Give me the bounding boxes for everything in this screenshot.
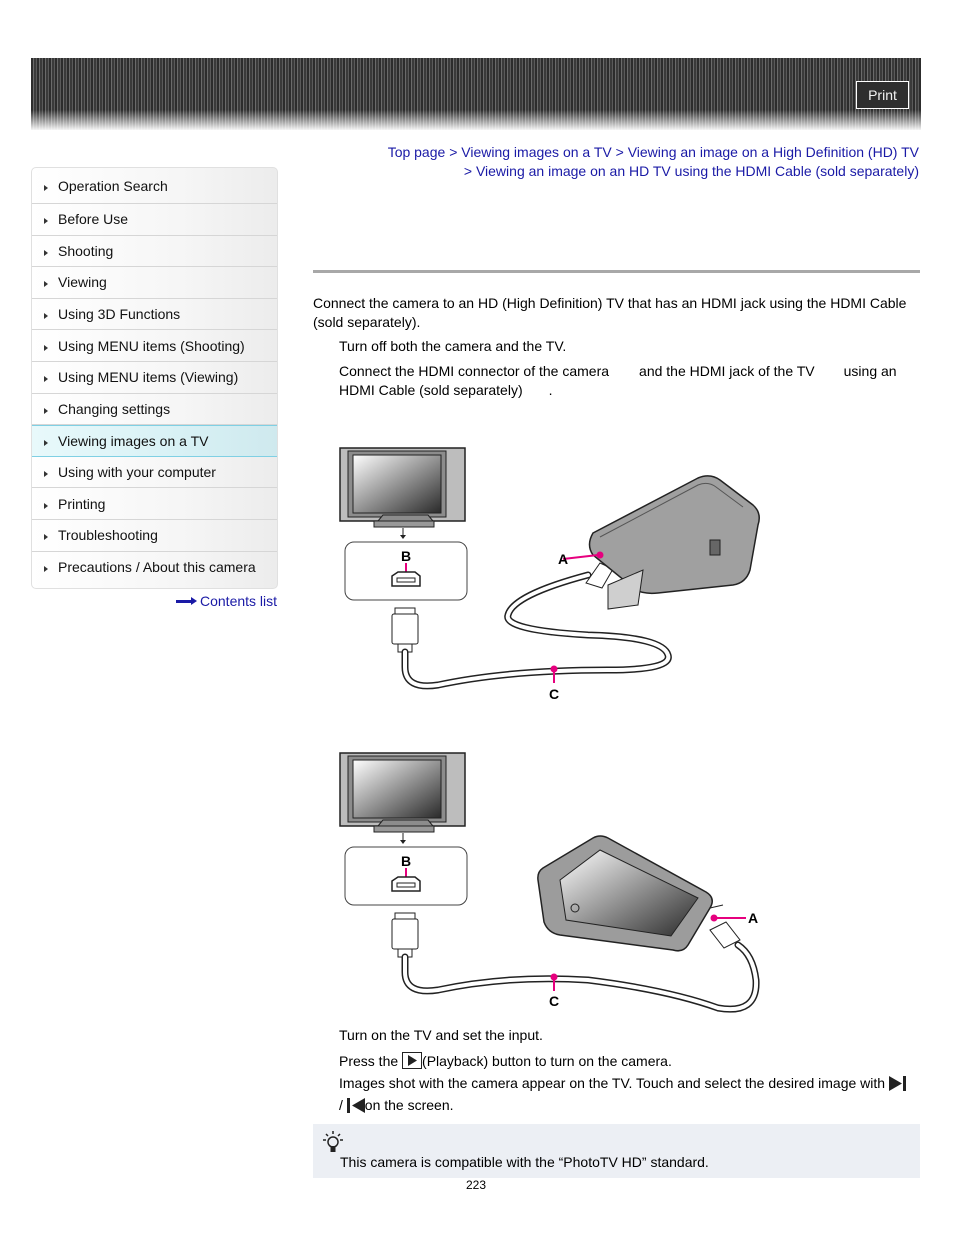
label-c: C bbox=[549, 993, 559, 1009]
arrow-right-icon bbox=[44, 249, 48, 256]
step-3-text: Turn on the TV and set the input. bbox=[339, 1027, 543, 1043]
sidebar-item-label: Using MENU items (Viewing) bbox=[58, 369, 239, 386]
step-2-part: and the HDMI jack of the TV bbox=[639, 363, 815, 379]
step-4-text: Press the (Playback) button to turn on t… bbox=[339, 1052, 921, 1118]
arrow-right-icon bbox=[44, 313, 48, 320]
label-c: C bbox=[549, 686, 559, 702]
step-4-part: / bbox=[339, 1097, 343, 1113]
arrow-right-icon bbox=[44, 218, 48, 225]
sidebar-item-label: Shooting bbox=[58, 242, 114, 259]
sidebar-nav: Operation Search Before Use Shooting Vie… bbox=[31, 167, 278, 589]
sidebar-item-label: Viewing bbox=[58, 274, 107, 291]
breadcrumb-link-viewing-tv[interactable]: Viewing images on a TV bbox=[461, 144, 611, 160]
sidebar-item-label: Using 3D Functions bbox=[58, 306, 181, 323]
sidebar-item-printing[interactable]: Printing bbox=[32, 488, 277, 520]
label-a: A bbox=[558, 551, 568, 567]
label-a: A bbox=[748, 910, 758, 926]
connection-diagram-1: B C A bbox=[339, 447, 760, 702]
sidebar-item-computer[interactable]: Using with your computer bbox=[32, 457, 277, 489]
page-number: 223 bbox=[466, 1178, 487, 1192]
arrow-right-icon bbox=[176, 597, 198, 605]
sidebar-item-viewing[interactable]: Viewing bbox=[32, 267, 277, 299]
intro-text: Connect the camera to an HD (High Defini… bbox=[313, 295, 907, 330]
arrow-right-icon bbox=[44, 534, 48, 541]
arrow-right-icon bbox=[44, 407, 48, 414]
breadcrumb-separator: > bbox=[463, 163, 473, 179]
step-4-part: on the screen. bbox=[364, 1097, 454, 1113]
header-banner bbox=[31, 58, 921, 130]
print-button[interactable]: Print bbox=[856, 81, 909, 109]
tv-hdmi-jack-callout: B bbox=[344, 541, 468, 601]
title-divider bbox=[313, 270, 920, 273]
connection-diagram-2: B A C bbox=[339, 752, 760, 1013]
step-2-part: using an bbox=[843, 363, 897, 379]
arrow-right-icon bbox=[44, 566, 48, 573]
sidebar-item-3d-functions[interactable]: Using 3D Functions bbox=[32, 299, 277, 331]
step-4-part: Press the bbox=[339, 1053, 399, 1069]
arrow-right-icon bbox=[44, 502, 48, 509]
label-b: B bbox=[401, 853, 411, 869]
sidebar-item-before-use[interactable]: Before Use bbox=[32, 204, 277, 236]
playback-icon bbox=[402, 1052, 423, 1074]
breadcrumb-link-hd-tv[interactable]: Viewing an image on a High Definition (H… bbox=[628, 144, 919, 160]
arrow-right-icon bbox=[44, 471, 48, 478]
arrow-right-icon bbox=[44, 344, 48, 351]
step-2-part: . bbox=[548, 382, 553, 398]
sidebar-item-viewing-on-tv[interactable]: Viewing images on a TV bbox=[32, 425, 277, 457]
sidebar-item-menu-shooting[interactable]: Using MENU items (Shooting) bbox=[32, 330, 277, 362]
step-2-text: Connect the HDMI connector of the camera… bbox=[339, 362, 919, 400]
sidebar-item-operation-search[interactable]: Operation Search bbox=[32, 168, 277, 204]
arrow-right-icon bbox=[44, 281, 48, 288]
sidebar-item-label: Viewing images on a TV bbox=[58, 432, 209, 449]
sidebar-item-label: Troubleshooting bbox=[58, 527, 158, 544]
sidebar-item-label: Before Use bbox=[58, 211, 129, 228]
sidebar-item-label: Changing settings bbox=[58, 400, 171, 417]
sidebar-item-shooting[interactable]: Shooting bbox=[32, 236, 277, 268]
label-b: B bbox=[401, 548, 411, 564]
sidebar-item-label: Using with your computer bbox=[58, 464, 216, 481]
previous-image-icon bbox=[346, 1098, 365, 1118]
step-2-part: Connect the HDMI connector of the camera bbox=[339, 363, 610, 379]
hint-box: This camera is compatible with the “Phot… bbox=[313, 1124, 920, 1178]
sidebar-item-changing-settings[interactable]: Changing settings bbox=[32, 394, 277, 426]
sidebar-item-label: Printing bbox=[58, 495, 106, 512]
breadcrumb-link-top[interactable]: Top page bbox=[388, 144, 446, 160]
sidebar-item-label: Precautions / About this camera bbox=[58, 559, 256, 576]
breadcrumb: Top page > Viewing images on a TV > View… bbox=[380, 143, 919, 181]
sidebar-item-menu-viewing[interactable]: Using MENU items (Viewing) bbox=[32, 362, 277, 394]
sidebar-item-label: Operation Search bbox=[58, 177, 168, 194]
breadcrumb-separator: > bbox=[615, 144, 624, 160]
step-4-part: (Playback) button to turn on the camera. bbox=[422, 1053, 672, 1069]
step-1-text: Turn off both the camera and the TV. bbox=[339, 338, 567, 354]
sidebar-item-precautions[interactable]: Precautions / About this camera bbox=[32, 552, 277, 584]
arrow-right-icon bbox=[44, 184, 48, 191]
camera-illustration: A bbox=[558, 475, 760, 610]
breadcrumb-link-hdmi[interactable]: Viewing an image on an HD TV using the H… bbox=[476, 163, 919, 179]
hint-text: This camera is compatible with the “Phot… bbox=[340, 1154, 709, 1170]
step-2-part: HDMI Cable (sold separately) bbox=[339, 382, 523, 398]
contents-list-link[interactable]: Contents list bbox=[176, 593, 277, 609]
breadcrumb-separator: > bbox=[449, 144, 458, 160]
lightbulb-icon bbox=[323, 1131, 343, 1156]
arrow-right-icon bbox=[44, 439, 48, 446]
step-4-part: Images shot with the camera appear on th… bbox=[339, 1075, 886, 1091]
next-image-icon bbox=[888, 1076, 907, 1096]
sidebar-item-troubleshooting[interactable]: Troubleshooting bbox=[32, 520, 277, 552]
contents-list-label: Contents list bbox=[200, 593, 278, 609]
tv-illustration bbox=[339, 752, 466, 844]
tv-hdmi-jack-callout: B bbox=[344, 846, 468, 906]
arrow-right-icon bbox=[44, 376, 48, 383]
sidebar-item-label: Using MENU items (Shooting) bbox=[58, 337, 245, 354]
tv-illustration bbox=[339, 447, 466, 539]
